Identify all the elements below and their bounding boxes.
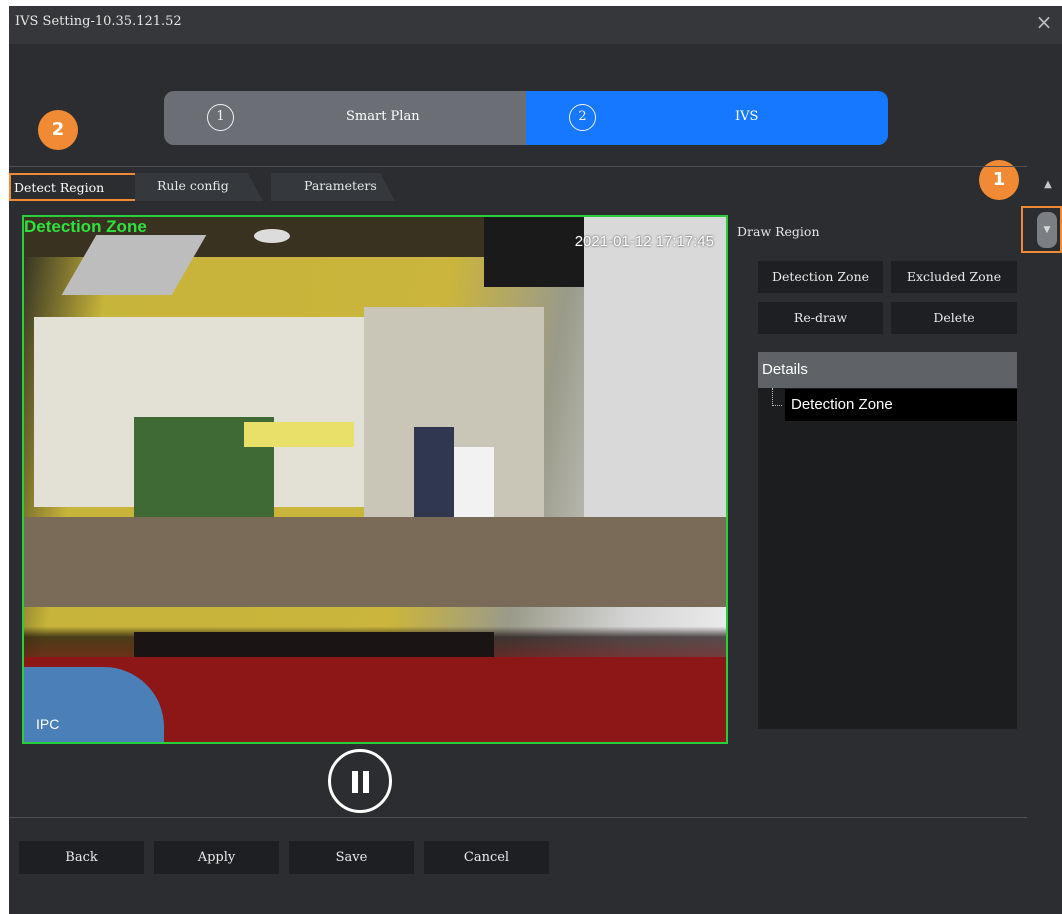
tab-detect-region[interactable]: Detect Region bbox=[9, 173, 139, 201]
scroll-up-icon[interactable]: ▲ bbox=[1037, 174, 1059, 196]
camera-label: IPC bbox=[36, 716, 60, 732]
step-ivs[interactable]: 2 IVS bbox=[526, 91, 888, 145]
tab-divider bbox=[9, 166, 1027, 167]
pause-button[interactable] bbox=[328, 749, 392, 813]
close-icon[interactable]: × bbox=[1032, 10, 1056, 34]
tab-rule-config[interactable]: Rule config bbox=[135, 173, 263, 201]
pause-icon bbox=[363, 771, 369, 793]
apply-button[interactable]: Apply bbox=[154, 841, 279, 874]
wizard-stepper: 1 Smart Plan 2 IVS bbox=[164, 91, 888, 145]
details-header: Details bbox=[758, 352, 1017, 388]
detection-zone-button[interactable]: Detection Zone bbox=[758, 261, 883, 293]
step-number-circle: 1 bbox=[207, 104, 234, 131]
cancel-button[interactable]: Cancel bbox=[424, 841, 549, 874]
step-label: IVS bbox=[735, 109, 759, 124]
tree-connector bbox=[772, 388, 782, 406]
tab-parameters[interactable]: Parameters bbox=[271, 173, 395, 201]
excluded-zone-button[interactable]: Excluded Zone bbox=[891, 261, 1017, 293]
save-button[interactable]: Save bbox=[289, 841, 414, 874]
camera-image bbox=[24, 217, 726, 742]
ivs-setting-window: IVS Setting-10.35.121.52 × 1 Smart Plan … bbox=[9, 6, 1062, 914]
tree-item-detection-zone[interactable]: Detection Zone bbox=[785, 389, 1017, 421]
video-preview[interactable]: Detection Zone 2021-01-12 17:17:45 IPC bbox=[22, 215, 728, 744]
delete-button[interactable]: Delete bbox=[891, 302, 1017, 334]
back-button[interactable]: Back bbox=[19, 841, 144, 874]
detection-zone-label: Detection Zone bbox=[24, 217, 147, 236]
window-title: IVS Setting-10.35.121.52 bbox=[15, 14, 182, 29]
details-panel: Details Detection Zone bbox=[758, 352, 1017, 729]
step-label: Smart Plan bbox=[346, 109, 420, 124]
pause-icon bbox=[352, 771, 358, 793]
step-number-circle: 2 bbox=[569, 104, 596, 131]
video-timestamp: 2021-01-12 17:17:45 bbox=[574, 233, 714, 250]
step-smart-plan[interactable]: 1 Smart Plan bbox=[164, 91, 526, 145]
callout-marker-2: 2 bbox=[38, 110, 78, 150]
footer-divider bbox=[9, 817, 1027, 818]
scroll-down-icon[interactable]: ▼ bbox=[1037, 212, 1057, 248]
scroll-down-highlight: ▼ bbox=[1021, 206, 1062, 253]
draw-region-title: Draw Region bbox=[737, 224, 820, 239]
redraw-button[interactable]: Re-draw bbox=[758, 302, 883, 334]
title-bar: IVS Setting-10.35.121.52 × bbox=[9, 6, 1062, 44]
